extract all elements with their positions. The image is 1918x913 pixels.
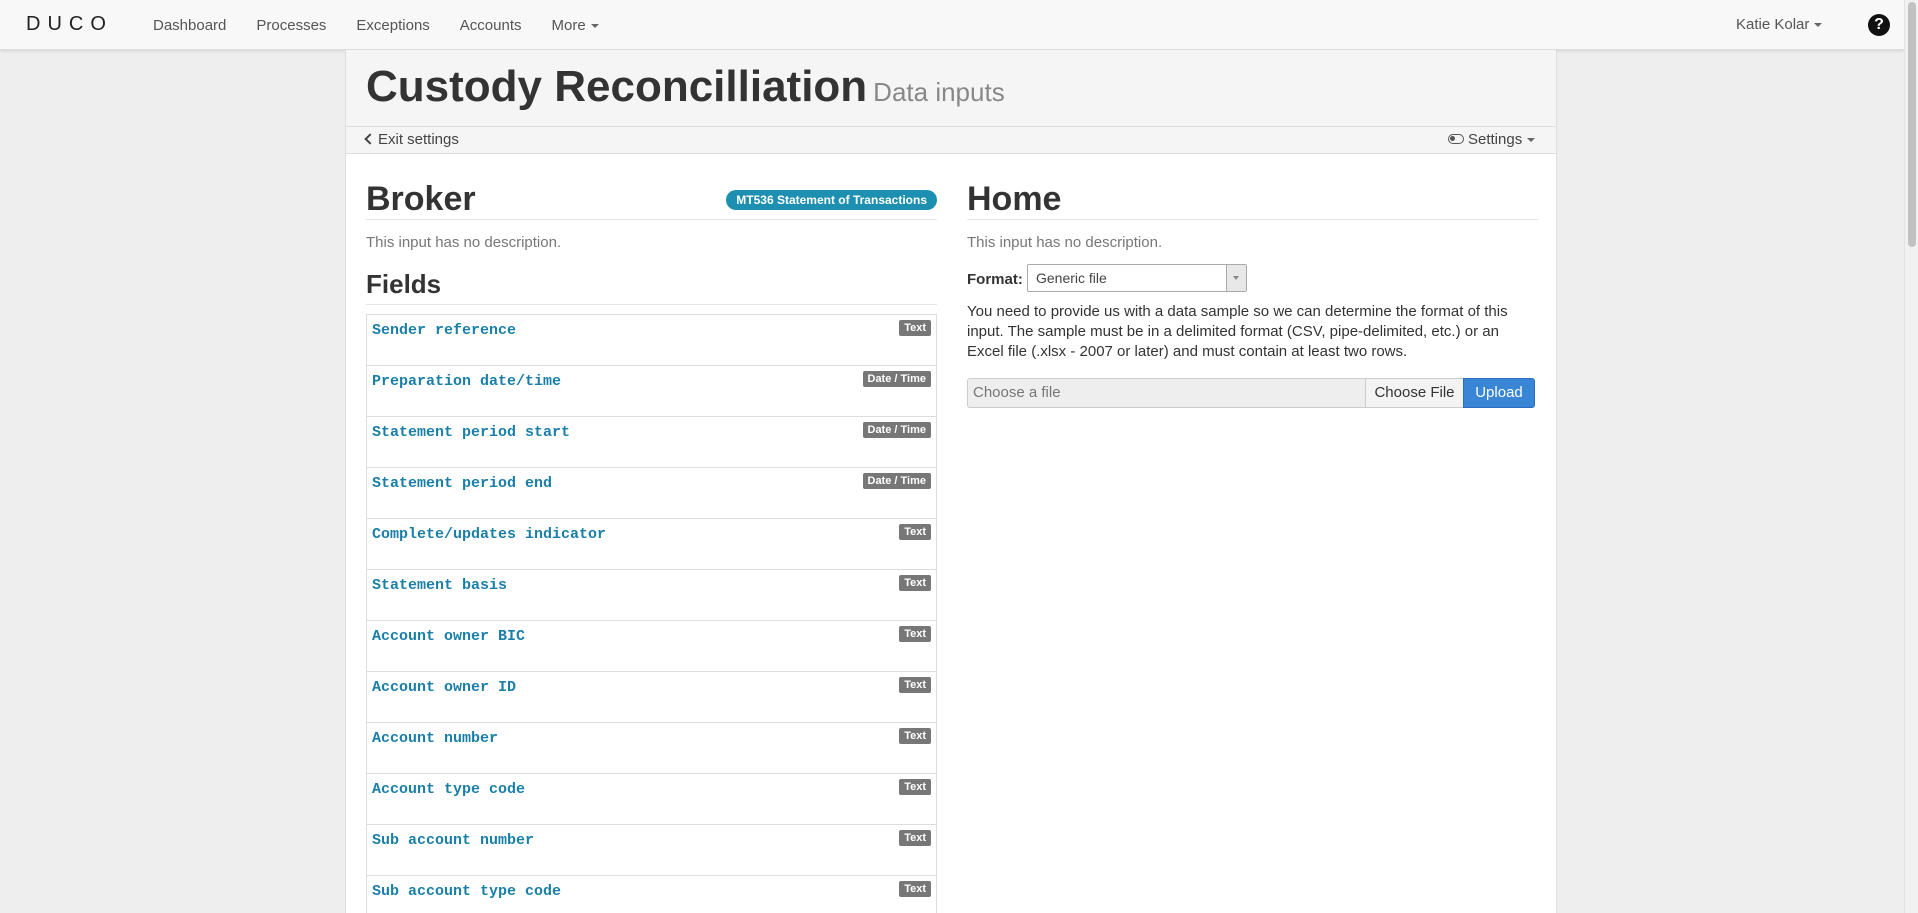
page-title: Custody Reconcilliation Data inputs	[366, 62, 1005, 112]
duco-logo[interactable]: DUCO	[26, 13, 113, 36]
field-row[interactable]: Preparation date/time Date / Time	[367, 366, 936, 417]
field-row[interactable]: Account owner BIC Text	[367, 621, 936, 672]
field-row[interactable]: Sub account number Text	[367, 825, 936, 876]
user-name: Katie Kolar	[1736, 16, 1810, 33]
field-name[interactable]: Statement period start	[372, 424, 570, 441]
settings-bar: Exit settings Settings	[345, 126, 1557, 154]
nav-exceptions[interactable]: Exceptions	[341, 17, 444, 34]
nav-accounts[interactable]: Accounts	[445, 17, 537, 34]
field-name[interactable]: Account type code	[372, 781, 525, 798]
format-label: Format:	[967, 271, 1023, 288]
exit-settings-label: Exit settings	[378, 131, 459, 148]
select-arrow-icon	[1226, 265, 1246, 291]
field-type-label: Date / Time	[862, 371, 931, 387]
field-list: Sender reference Text Preparation date/tim…	[366, 314, 937, 913]
field-name[interactable]: Statement basis	[372, 577, 507, 594]
file-path-input[interactable]: Choose a file	[967, 378, 1366, 408]
field-row[interactable]: Sub account type code Text	[367, 876, 936, 913]
toggle-icon	[1448, 134, 1464, 144]
broker-column: Broker MT536 Statement of Transactions T…	[366, 180, 937, 913]
choose-file-button[interactable]: Choose File	[1365, 378, 1464, 408]
field-type-label: Text	[899, 779, 931, 795]
home-header: Home	[967, 180, 1538, 220]
fields-title: Fields	[366, 269, 937, 305]
field-name[interactable]: Sender reference	[372, 322, 516, 339]
upload-row: Choose a file Choose File Upload	[967, 378, 1538, 408]
field-row[interactable]: Account number Text	[367, 723, 936, 774]
field-row[interactable]: Account owner ID Text	[367, 672, 936, 723]
nav-dashboard[interactable]: Dashboard	[138, 17, 241, 34]
home-description: This input has no description.	[967, 234, 1163, 251]
exit-settings-link[interactable]: Exit settings	[364, 131, 459, 148]
user-menu-dropdown[interactable]: Katie Kolar	[1736, 16, 1823, 33]
page-title-text: Custody Reconcilliation	[366, 62, 868, 111]
nav-more-label: More	[551, 16, 586, 34]
main-container: Custody Reconcilliation Data inputs Exit …	[345, 50, 1557, 913]
chevron-left-icon	[364, 133, 376, 145]
field-type-label: Text	[899, 677, 931, 693]
upload-button[interactable]: Upload	[1463, 378, 1535, 408]
broker-title: Broker	[366, 180, 476, 218]
scrollbar-thumb[interactable]	[1908, 2, 1916, 247]
field-type-label: Text	[899, 830, 931, 846]
caret-down-icon	[1814, 23, 1823, 28]
field-type-label: Text	[899, 881, 931, 897]
field-row[interactable]: Statement period start Date / Time	[367, 417, 936, 468]
field-type-label: Text	[899, 626, 931, 642]
field-name[interactable]: Preparation date/time	[372, 373, 561, 390]
format-select[interactable]: Generic file	[1027, 264, 1247, 292]
settings-dropdown[interactable]: Settings	[1448, 131, 1536, 148]
field-row[interactable]: Statement basis Text	[367, 570, 936, 621]
settings-label: Settings	[1468, 131, 1523, 148]
field-name[interactable]: Complete/updates indicator	[372, 526, 606, 543]
field-row[interactable]: Statement period end Date / Time	[367, 468, 936, 519]
field-name[interactable]: Sub account number	[372, 832, 534, 849]
home-column: Home This input has no description. Form…	[967, 180, 1538, 408]
field-row[interactable]: Account type code Text	[367, 774, 936, 825]
field-type-label: Text	[899, 728, 931, 744]
field-type-label: Text	[899, 524, 931, 540]
format-badge: MT536 Statement of Transactions	[726, 190, 937, 210]
nav-processes[interactable]: Processes	[241, 17, 341, 34]
field-name[interactable]: Account number	[372, 730, 498, 747]
page-scrollbar[interactable]	[1904, 0, 1918, 913]
data-sample-info: You need to provide us with a data sampl…	[967, 303, 1508, 360]
caret-down-icon	[1527, 138, 1536, 143]
caret-down-icon	[590, 23, 599, 28]
top-navbar: DUCO Dashboard Processes Exceptions Acco…	[0, 0, 1904, 50]
nav-more-dropdown[interactable]: More	[537, 17, 614, 34]
field-type-label: Text	[899, 320, 931, 336]
help-icon[interactable]: ?	[1868, 14, 1890, 36]
page-subtitle: Data inputs	[873, 77, 1005, 107]
main-nav: Dashboard Processes Exceptions Accounts …	[138, 0, 614, 50]
field-name[interactable]: Statement period end	[372, 475, 552, 492]
field-type-label: Text	[899, 575, 931, 591]
field-name[interactable]: Sub account type code	[372, 883, 561, 900]
field-row[interactable]: Sender reference Text	[367, 315, 936, 366]
broker-header: Broker MT536 Statement of Transactions	[366, 180, 937, 220]
format-row: Format: Generic file	[967, 264, 1538, 294]
field-type-label: Date / Time	[862, 473, 931, 489]
broker-description: This input has no description.	[366, 234, 562, 251]
format-select-value: Generic file	[1036, 270, 1107, 286]
field-name[interactable]: Account owner BIC	[372, 628, 525, 645]
field-type-label: Date / Time	[862, 422, 931, 438]
field-row[interactable]: Complete/updates indicator Text	[367, 519, 936, 570]
page-header: Custody Reconcilliation Data inputs	[346, 50, 1556, 126]
field-name[interactable]: Account owner ID	[372, 679, 516, 696]
home-title: Home	[967, 180, 1062, 218]
